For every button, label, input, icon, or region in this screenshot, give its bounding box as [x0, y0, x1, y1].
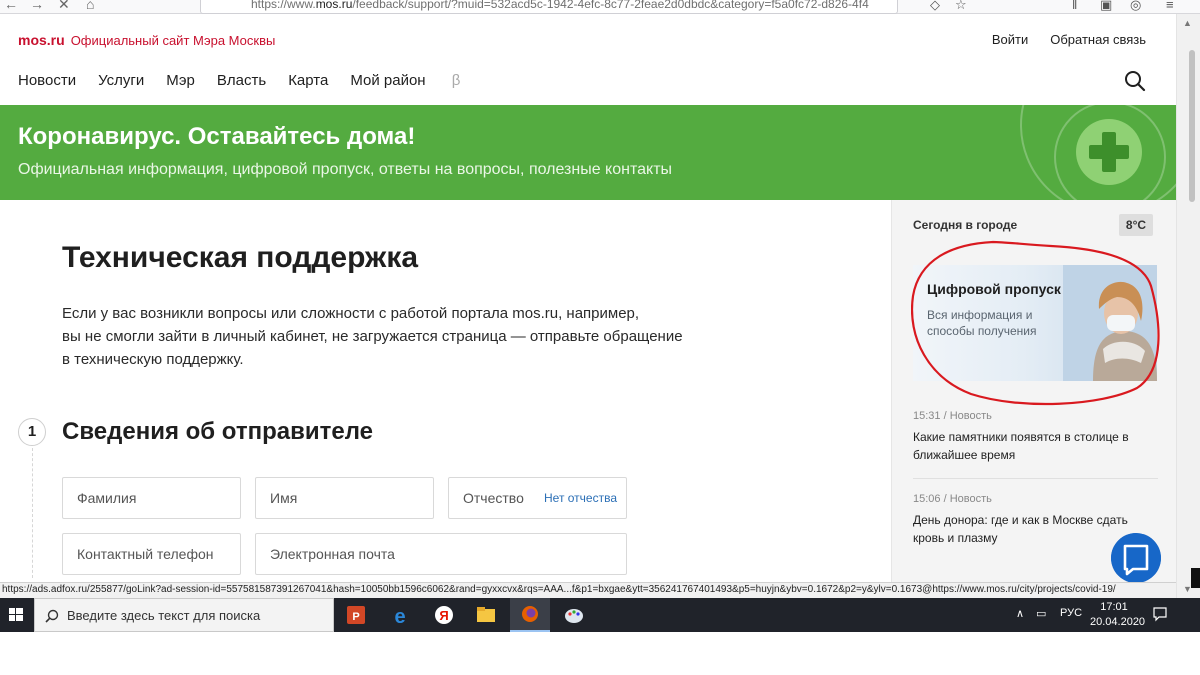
- clock-date: 20.04.2020: [1090, 616, 1146, 628]
- digital-pass-promo[interactable]: Цифровой пропуск Вся информация и способ…: [913, 265, 1157, 381]
- tray-expand-icon[interactable]: ∧: [1016, 607, 1024, 620]
- home-icon[interactable]: ⌂: [86, 0, 94, 12]
- medical-plus-icon: [1076, 119, 1142, 185]
- yandex-browser-icon[interactable]: Я: [424, 598, 464, 632]
- news-time: 15:06: [913, 493, 941, 505]
- news-meta: 15:06 / Новость: [913, 493, 992, 505]
- powerpoint-icon[interactable]: P: [336, 598, 376, 632]
- phone-field[interactable]: [62, 533, 241, 575]
- taskbar-search[interactable]: Введите здесь текст для поиска: [34, 598, 334, 632]
- file-explorer-icon[interactable]: [466, 598, 506, 632]
- news-time: 15:31: [913, 410, 941, 422]
- intro-line: в техническую поддержку.: [62, 351, 244, 368]
- beta-badge: β: [451, 72, 461, 89]
- feedback-link[interactable]: Обратная связь: [1050, 32, 1146, 47]
- forward-icon[interactable]: →: [30, 0, 44, 12]
- news-type: Новость: [949, 493, 992, 505]
- url-domain: mos.ru: [315, 0, 353, 11]
- windows-start-icon[interactable]: [0, 598, 32, 632]
- step-title: Сведения об отправителе: [62, 418, 373, 445]
- intro-line: Если у вас возникли вопросы или сложност…: [62, 305, 640, 322]
- scrollbar-thumb[interactable]: [1189, 50, 1195, 202]
- news-type: Новость: [949, 410, 992, 422]
- bookmark-star-icon[interactable]: ☆: [955, 0, 967, 13]
- page-scrollbar[interactable]: ▲ ▼: [1176, 14, 1200, 598]
- taskbar: Введите здесь текст для поиска P e Я ∧ ▭…: [0, 598, 1200, 632]
- promo-photo: [1063, 265, 1157, 381]
- no-patronymic-link[interactable]: Нет отчества: [544, 491, 617, 505]
- site-tagline: Официальный сайт Мэра Москвы: [70, 33, 276, 48]
- site-logo[interactable]: mos.ru: [18, 32, 65, 48]
- header-links: Войти Обратная связь: [970, 32, 1146, 47]
- notifications-icon[interactable]: [1152, 606, 1168, 622]
- stop-icon[interactable]: ✕: [58, 0, 70, 13]
- news-headline: Какие памятники появятся в столице в бли…: [913, 430, 1129, 462]
- scroll-down-icon[interactable]: ▼: [1183, 584, 1192, 594]
- url-prefix: https://www.: [251, 0, 316, 11]
- main-nav: Новости Услуги Мэр Власть Карта Мой район β: [18, 72, 482, 89]
- promo-subtitle: Вся информация и способы получения: [927, 308, 1037, 338]
- step-connector: [32, 448, 33, 578]
- news-meta: 15:31 / Новость: [913, 410, 992, 422]
- email-field[interactable]: [255, 533, 627, 575]
- banner-title: Коронавирус. Оставайтесь дома!: [18, 123, 416, 150]
- search-icon: [45, 609, 59, 623]
- svg-text:e: e: [394, 606, 405, 628]
- scroll-up-icon[interactable]: ▲: [1183, 18, 1192, 28]
- address-bar[interactable]: https://www.mos.ru/feedback/support/?mui…: [200, 0, 898, 14]
- intro-text: Если у вас возникли вопросы или сложност…: [62, 302, 702, 371]
- clock-time: 17:01: [1100, 601, 1128, 613]
- nav-my-district[interactable]: Мой район β: [350, 72, 482, 89]
- login-link[interactable]: Войти: [992, 32, 1028, 47]
- last-name-field[interactable]: [62, 477, 241, 519]
- nav-news[interactable]: Новости: [18, 72, 76, 89]
- news-divider: [913, 478, 1158, 479]
- back-icon[interactable]: ←: [4, 0, 18, 12]
- svg-text:Я: Я: [439, 608, 448, 623]
- status-link: https://ads.adfox.ru/255877/goLink?ad-se…: [0, 582, 1176, 598]
- today-in-city: Сегодня в городе: [913, 218, 1018, 232]
- banner-subtitle: Официальная информация, цифровой пропуск…: [18, 161, 673, 178]
- search-icon[interactable]: [1124, 70, 1146, 92]
- step-number: 1: [18, 418, 46, 446]
- scrollbar-marker: [1191, 568, 1200, 588]
- taskbar-search-placeholder: Введите здесь текст для поиска: [67, 608, 261, 623]
- site-header: mos.ru Официальный сайт Мэра Москвы Войти…: [0, 14, 1176, 105]
- promo-title: Цифровой пропуск: [927, 281, 1061, 297]
- taskbar-clock[interactable]: 17:01 20.04.2020: [1090, 600, 1146, 630]
- url-path: /feedback/support/?muid=532acd5c-1942-4e…: [352, 0, 869, 11]
- paint-icon[interactable]: [554, 598, 594, 632]
- brand[interactable]: mos.ru Официальный сайт Мэра Москвы: [18, 32, 275, 48]
- firefox-taskbar-button[interactable]: [510, 598, 550, 632]
- menu-icon[interactable]: ≡: [1166, 0, 1174, 12]
- chat-icon[interactable]: [1111, 533, 1161, 583]
- blank-area: [0, 632, 1200, 675]
- nav-authority[interactable]: Власть: [217, 72, 266, 89]
- nav-map[interactable]: Карта: [288, 72, 328, 89]
- library-icon[interactable]: ‖: [1072, 0, 1077, 12]
- account-icon[interactable]: ◎: [1130, 0, 1141, 13]
- svg-text:P: P: [352, 611, 359, 623]
- covid-banner[interactable]: Коронавирус. Оставайтесь дома! Официальн…: [0, 105, 1176, 200]
- nav-my-district-label: Мой район: [350, 72, 426, 89]
- page-title: Техническая поддержка: [62, 241, 419, 274]
- nav-mayor[interactable]: Мэр: [166, 72, 195, 89]
- pocket-icon[interactable]: ◇: [930, 0, 940, 13]
- firefox-icon: [522, 606, 538, 622]
- nav-services[interactable]: Услуги: [98, 72, 144, 89]
- temperature-badge: 8°C: [1119, 214, 1153, 236]
- edge-icon[interactable]: e: [380, 598, 420, 632]
- intro-line: вы не смогли зайти в личный кабинет, не …: [62, 328, 683, 345]
- battery-icon[interactable]: ▭: [1036, 607, 1046, 620]
- news-item[interactable]: 15:31 / Новость Какие памятники появятся…: [913, 410, 1158, 464]
- first-name-field[interactable]: [255, 477, 434, 519]
- input-language[interactable]: РУС: [1060, 607, 1082, 619]
- browser-toolbar: ← → ✕ ⌂ https://www.mos.ru/feedback/supp…: [0, 0, 1200, 14]
- sidebar-icon[interactable]: ▣: [1100, 0, 1112, 13]
